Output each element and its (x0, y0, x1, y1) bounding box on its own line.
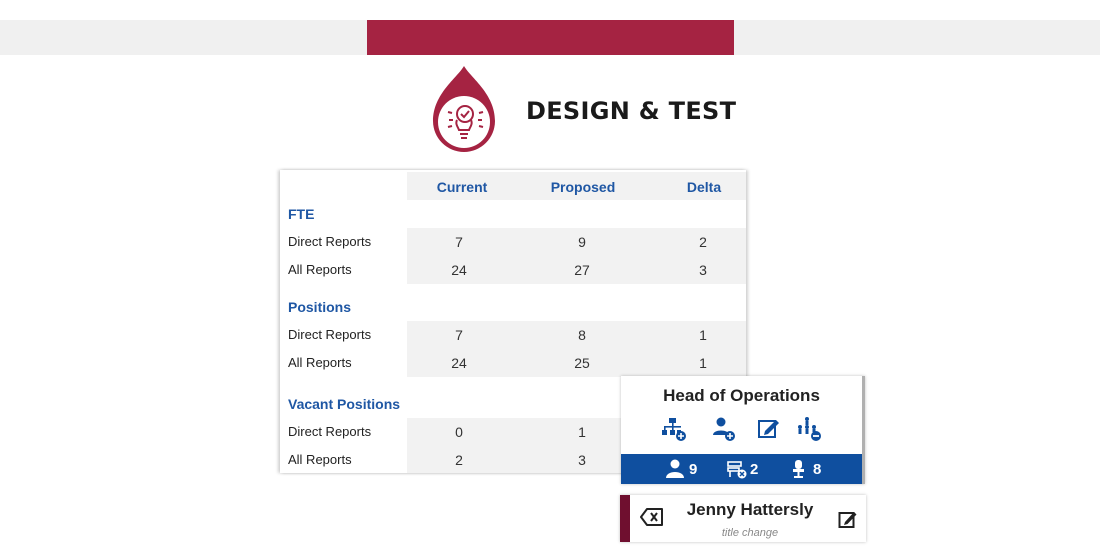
table-header: Current Proposed Delta (280, 172, 746, 200)
table-row: All Reports 24 27 3 (280, 256, 746, 284)
stat-vacant-value: 2 (750, 461, 759, 478)
cell-current: 7 (455, 327, 463, 343)
cell-proposed: 3 (578, 452, 586, 468)
vacant-desk-icon (727, 461, 747, 479)
table-row: Direct Reports 7 9 2 (280, 228, 746, 256)
row-label: All Reports (288, 262, 352, 277)
row-label: All Reports (288, 355, 352, 370)
row-values: 7 8 1 (407, 321, 746, 349)
cell-delta: 3 (699, 262, 707, 278)
row-label: All Reports (288, 452, 352, 467)
position-stats-bar: 9 2 8 (621, 454, 862, 484)
seat-icon (793, 460, 804, 478)
cell-current: 24 (451, 355, 467, 371)
cell-proposed: 9 (578, 234, 586, 250)
stat-seats-value: 8 (813, 461, 822, 478)
cell-delta: 1 (699, 355, 707, 371)
lightbulb-check-icon (433, 66, 495, 152)
top-accent-bar (367, 20, 734, 55)
cell-proposed: 27 (574, 262, 590, 278)
stat-headcount-value: 9 (689, 461, 698, 478)
page: DESIGN & TEST Current Proposed Delta FTE… (0, 0, 1100, 550)
table-row: All Reports 24 25 1 (280, 349, 746, 377)
person-accent-strip (620, 495, 630, 542)
backspace-icon[interactable] (640, 507, 664, 527)
cell-current: 0 (455, 424, 463, 440)
person-icon (666, 459, 684, 478)
cell-proposed: 8 (578, 327, 586, 343)
section-title-positions: Positions (288, 299, 352, 315)
edit-icon[interactable] (756, 416, 782, 442)
remove-team-icon[interactable] (796, 416, 822, 442)
cell-proposed: 1 (578, 424, 586, 440)
row-label: Direct Reports (288, 424, 372, 439)
stat-headcount: 9 (665, 459, 705, 479)
person-card[interactable]: Jenny Hattersly title change (620, 495, 866, 542)
add-org-unit-icon[interactable] (661, 416, 687, 442)
page-title: DESIGN & TEST (526, 97, 737, 125)
cell-delta: 1 (699, 327, 707, 343)
column-header-proposed: Proposed (550, 179, 616, 195)
add-person-icon[interactable] (711, 416, 737, 442)
stat-seats: 8 (789, 459, 829, 479)
position-title: Head of Operations (663, 386, 820, 405)
cell-current: 24 (451, 262, 467, 278)
row-values: 24 25 1 (407, 349, 746, 377)
cell-current: 2 (455, 452, 463, 468)
position-actions (621, 416, 862, 446)
edit-icon[interactable] (838, 509, 858, 529)
row-values: 24 27 3 (407, 256, 746, 284)
table-row: Direct Reports 7 8 1 (280, 321, 746, 349)
cell-current: 7 (455, 234, 463, 250)
cell-proposed: 25 (574, 355, 590, 371)
row-values: 7 9 2 (407, 228, 746, 256)
stat-vacant: 2 (726, 459, 766, 479)
section-title-vacant-positions: Vacant Positions (288, 396, 401, 412)
position-card[interactable]: Head of Operations 9 2 8 (621, 376, 865, 484)
column-header-current: Current (436, 179, 488, 195)
row-label: Direct Reports (288, 327, 372, 342)
row-label: Direct Reports (288, 234, 372, 249)
section-title-fte: FTE (288, 206, 315, 222)
cell-delta: 2 (699, 234, 707, 250)
column-header-delta: Delta (686, 179, 722, 195)
person-note: title change (721, 527, 779, 539)
person-name: Jenny Hattersly (686, 500, 814, 519)
